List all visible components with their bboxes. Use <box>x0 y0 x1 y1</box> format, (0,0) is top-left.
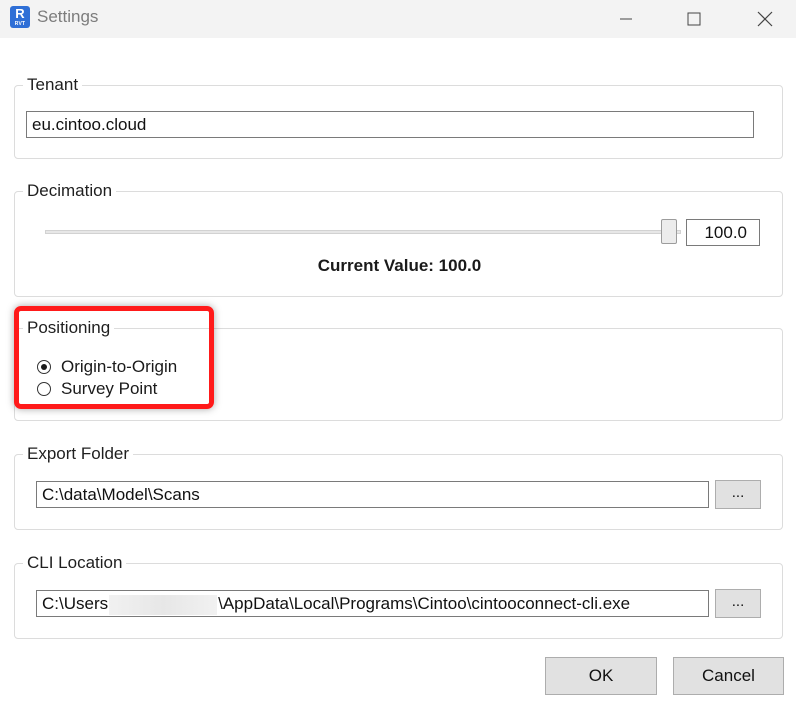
ok-button[interactable]: OK <box>545 657 657 695</box>
export-folder-browse-button[interactable]: ... <box>715 480 761 509</box>
export-folder-group: Export Folder C:\data\Model\Scans ... <box>14 443 783 530</box>
decimation-legend: Decimation <box>23 180 117 202</box>
radio-survey-point[interactable]: Survey Point <box>37 378 157 400</box>
decimation-slider-thumb[interactable] <box>661 219 677 244</box>
radio-label: Survey Point <box>61 379 158 398</box>
cli-location-input[interactable]: C:\Users \AppData\Local\Programs\Cintoo\c… <box>36 590 709 617</box>
radio-button-unchecked[interactable] <box>37 382 51 396</box>
decimation-value-input[interactable]: 100.0 <box>686 219 760 246</box>
radio-button-checked[interactable] <box>37 360 51 374</box>
close-icon <box>757 11 773 27</box>
minimize-icon <box>620 18 632 20</box>
cli-path-suffix: \AppData\Local\Programs\Cintoo\cintoocon… <box>218 594 631 613</box>
redacted-username <box>109 594 218 615</box>
revit-app-icon: R RVT <box>10 6 30 28</box>
positioning-group: Positioning Origin-to-Origin Survey Poin… <box>14 317 783 421</box>
cli-location-legend: CLI Location <box>23 552 127 574</box>
export-folder-input[interactable]: C:\data\Model\Scans <box>36 481 709 508</box>
export-folder-legend: Export Folder <box>23 443 134 465</box>
cancel-button[interactable]: Cancel <box>673 657 784 695</box>
cli-path-prefix: C:\Users <box>42 594 109 613</box>
positioning-legend: Positioning <box>23 317 115 339</box>
window-title: Settings <box>37 7 99 26</box>
close-button[interactable] <box>742 0 788 38</box>
tenant-legend: Tenant <box>23 74 83 96</box>
cli-location-group: CLI Location C:\Users \AppData\Local\Prog… <box>14 552 783 639</box>
cli-location-browse-button[interactable]: ... <box>715 589 761 618</box>
radio-origin-to-origin[interactable]: Origin-to-Origin <box>37 356 177 378</box>
decimation-group: Decimation 100.0 Current Value: 100.0 <box>14 180 783 297</box>
tenant-input[interactable]: eu.cintoo.cloud <box>26 111 754 138</box>
maximize-button[interactable] <box>671 0 717 38</box>
decimation-slider-track[interactable] <box>45 230 681 234</box>
title-bar[interactable]: R RVT Settings <box>0 0 796 38</box>
minimize-button[interactable] <box>603 0 649 38</box>
tenant-group: Tenant eu.cintoo.cloud <box>14 74 783 159</box>
radio-label: Origin-to-Origin <box>61 357 178 376</box>
maximize-icon <box>687 12 701 26</box>
decimation-current-value: Current Value: 100.0 <box>317 256 482 275</box>
